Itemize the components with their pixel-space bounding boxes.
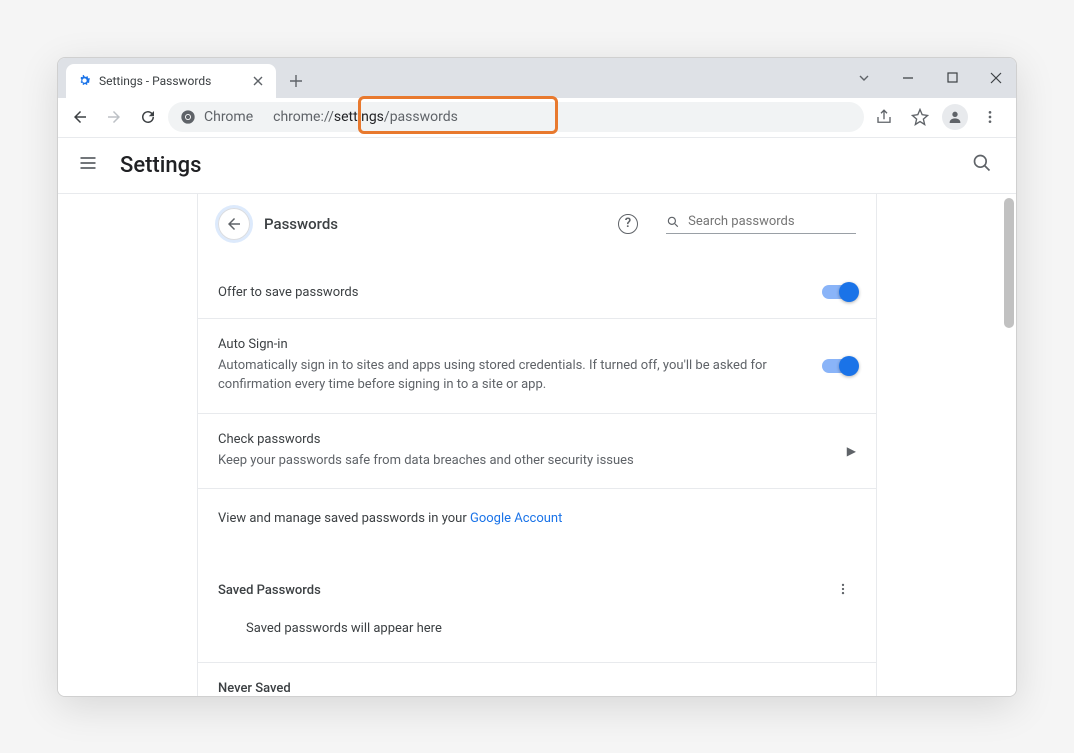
row-subtitle: Automatically sign in to sites and apps … [218, 356, 822, 395]
settings-header: Settings [58, 138, 1016, 194]
browser-tab[interactable]: Settings - Passwords [66, 64, 276, 98]
profile-avatar[interactable] [942, 104, 968, 130]
window-controls [850, 58, 1010, 98]
reload-button[interactable] [134, 103, 162, 131]
forward-button[interactable] [100, 103, 128, 131]
page-title: Settings [120, 153, 201, 178]
help-icon[interactable]: ? [618, 214, 638, 234]
saved-passwords-heading: Saved Passwords [198, 544, 876, 609]
maximize-button[interactable] [938, 64, 966, 92]
google-account-link[interactable]: Google Account [470, 511, 562, 526]
row-title: Offer to save passwords [218, 285, 822, 300]
search-passwords-field[interactable] [666, 214, 856, 234]
saved-passwords-empty: Saved passwords will appear here [198, 609, 876, 662]
search-icon [666, 214, 680, 230]
chrome-icon [180, 109, 196, 125]
gear-icon [76, 73, 92, 89]
url-text: chrome://settings/passwords [273, 109, 458, 125]
check-passwords-row[interactable]: Check passwords Keep your passwords safe… [198, 413, 876, 489]
scrollbar-thumb[interactable] [1004, 198, 1014, 328]
offer-save-passwords-toggle[interactable] [822, 285, 856, 299]
passwords-panel: Passwords ? Offer to save passwords Auto… [197, 194, 877, 696]
section-header: Passwords ? [198, 194, 876, 254]
close-window-button[interactable] [982, 64, 1010, 92]
bookmark-icon[interactable] [906, 103, 934, 131]
new-tab-button[interactable] [282, 67, 310, 95]
toolbar-actions [870, 103, 1008, 131]
hamburger-icon[interactable] [78, 153, 102, 177]
search-passwords-input[interactable] [688, 214, 856, 229]
back-button[interactable] [66, 103, 94, 131]
minimize-button[interactable] [894, 64, 922, 92]
row-title: Check passwords [218, 432, 847, 447]
section-title: Passwords [264, 215, 338, 233]
close-icon[interactable] [250, 73, 266, 89]
address-bar[interactable]: Chrome chrome://settings/passwords [168, 102, 864, 132]
row-title: Auto Sign-in [218, 337, 822, 352]
scrollbar[interactable] [1004, 198, 1014, 692]
browser-toolbar: Chrome chrome://settings/passwords [58, 98, 1016, 138]
share-icon[interactable] [870, 103, 898, 131]
scheme-label: Chrome [204, 109, 253, 125]
tab-title: Settings - Passwords [99, 74, 243, 88]
auto-signin-toggle[interactable] [822, 359, 856, 373]
content-area: Passwords ? Offer to save passwords Auto… [58, 194, 1016, 696]
titlebar: Settings - Passwords [58, 58, 1016, 98]
browser-window: Settings - Passwords [57, 57, 1017, 697]
google-account-row: View and manage saved passwords in your … [198, 488, 876, 544]
section-back-button[interactable] [218, 208, 250, 240]
never-saved-heading: Never Saved [198, 662, 876, 696]
offer-save-passwords-row: Offer to save passwords [198, 254, 876, 318]
chevron-right-icon: ▶ [847, 444, 856, 458]
menu-icon[interactable] [976, 103, 1004, 131]
more-icon[interactable] [836, 580, 856, 601]
auto-signin-row: Auto Sign-in Automatically sign in to si… [198, 318, 876, 413]
row-text-prefix: View and manage saved passwords in your [218, 511, 470, 526]
chevron-down-icon[interactable] [850, 64, 878, 92]
row-subtitle: Keep your passwords safe from data breac… [218, 451, 847, 471]
search-icon[interactable] [972, 153, 996, 177]
